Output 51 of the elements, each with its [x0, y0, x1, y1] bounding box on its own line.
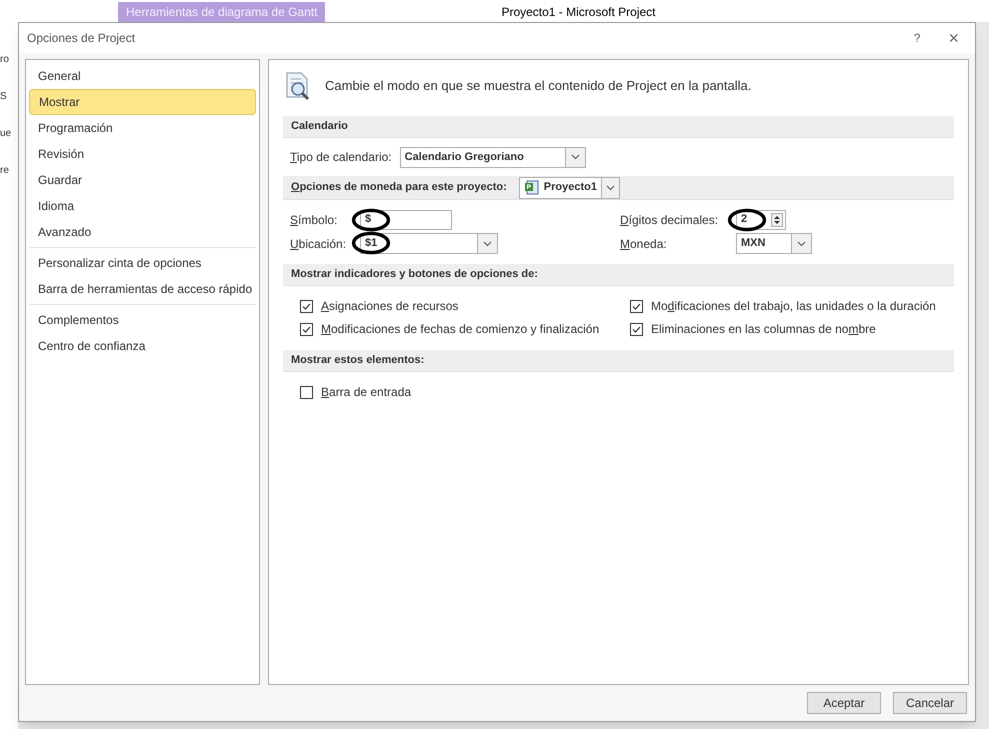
checkbox[interactable] — [630, 322, 643, 336]
field-label: Dígitos decimales: — [620, 212, 718, 226]
checkbox-label: Modificaciones del trabajo, las unidades o la duración — [651, 298, 936, 315]
checkbox-label: Modificaciones de fechas de comienzo y finalización — [321, 321, 600, 338]
cut-off-text: S — [0, 90, 7, 104]
placement-dropdown[interactable]: $1 — [360, 233, 498, 254]
cut-off-text: ue — [0, 127, 12, 141]
checkbox[interactable] — [630, 300, 643, 312]
cut-off-text: re — [0, 164, 9, 178]
section-header: Mostrar indicadores y botones de opciones de: — [283, 264, 954, 286]
checkbox[interactable] — [300, 386, 313, 398]
checkbox-label: Barra de entrada — [321, 384, 412, 401]
chevron-down-icon — [797, 240, 806, 246]
nav-item[interactable]: Programación — [29, 115, 256, 141]
cut-off-text: ro — [0, 53, 9, 67]
field-label: Tipo de calendario: — [290, 149, 392, 166]
field-label: Ubicación: — [290, 236, 346, 250]
page-description: Cambie el modo en que se muestra el contenido de Project en la pantalla. — [325, 77, 752, 96]
section-header: Mostrar estos elementos: — [283, 350, 954, 372]
field-label: Moneda: — [620, 236, 667, 250]
field-label: Símbolo: — [290, 212, 338, 226]
nav-item[interactable]: Barra de herramientas de acceso rápido — [29, 276, 256, 302]
nav-item[interactable]: Idioma — [29, 193, 256, 219]
nav-item[interactable]: Centro de confianza — [29, 333, 256, 359]
section-header: Calendario — [283, 116, 954, 138]
checkbox-label: Eliminaciones en las columnas de nombre — [651, 321, 876, 338]
section-header: Opciones de moneda para este proyecto: — [291, 180, 507, 196]
nav-item[interactable]: Avanzado — [29, 219, 256, 245]
help-button[interactable]: ? — [914, 29, 920, 47]
close-button[interactable]: × — [948, 29, 959, 47]
nav-item[interactable]: Personalizar cinta de opciones — [29, 250, 256, 276]
currency-dropdown[interactable]: MXN — [736, 233, 812, 254]
chevron-down-icon — [606, 184, 615, 190]
chevron-down-icon — [483, 240, 492, 246]
nav-item[interactable]: Mostrar — [29, 89, 256, 115]
calendar-dropdown[interactable]: Calendario Gregoriano — [400, 146, 586, 168]
dialog-title: Opciones de Project — [27, 30, 136, 47]
checkbox-label: Asignaciones de recursos — [321, 298, 458, 315]
app-title: Proyecto1 - Microsoft Project — [501, 4, 656, 21]
project-file-icon — [524, 180, 540, 196]
checkbox[interactable] — [300, 322, 313, 336]
nav-item[interactable]: Revisión — [29, 141, 256, 167]
chevron-down-icon — [570, 154, 580, 160]
nav-item[interactable]: General — [29, 63, 256, 89]
spin-arrows-icon — [771, 212, 783, 226]
project-dropdown[interactable]: Proyecto1 — [518, 176, 620, 198]
nav-item[interactable]: Guardar — [29, 167, 256, 193]
dialog-button[interactable]: Cancelar — [893, 692, 967, 714]
dialog-button[interactable]: Aceptar — [807, 692, 881, 714]
checkbox[interactable] — [300, 300, 313, 312]
nav-item[interactable]: Complementos — [29, 307, 256, 333]
